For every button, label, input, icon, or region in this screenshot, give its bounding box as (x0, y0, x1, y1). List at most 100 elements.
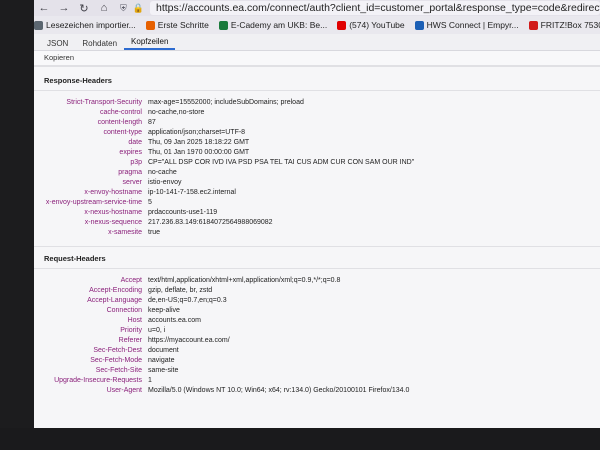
header-value: application/json;charset=UTF-8 (148, 129, 246, 136)
header-value: 87 (148, 119, 156, 126)
header-row: date Thu, 09 Jan 2025 18:18:22 GMT (34, 138, 600, 148)
bookmark-favicon-icon (218, 20, 228, 30)
back-arrow-icon[interactable]: ← (34, 2, 54, 14)
bookmark-item[interactable]: E-Cademy am UKB: Be... (218, 20, 328, 30)
header-name: Sec-Fetch-Mode (90, 357, 142, 364)
tab-rohdaten[interactable]: Rohdaten (75, 37, 124, 50)
header-value: text/html,application/xhtml+xml,applicat… (148, 277, 341, 284)
header-name: content-length (97, 119, 142, 126)
header-row: Referer https://myaccount.ea.com/ (34, 336, 600, 346)
tab-kopfzeilen[interactable]: Kopfzeilen (124, 35, 176, 50)
header-name: p3p (130, 159, 142, 166)
header-row: pragma no-cache (34, 168, 600, 178)
header-row: content-length 87 (34, 118, 600, 128)
header-row: server istio-envoy (34, 178, 600, 188)
header-name: x-envoy-hostname (84, 189, 142, 196)
header-name: Upgrade-Insecure-Requests (54, 377, 142, 384)
bookmark-item[interactable]: (574) YouTube (337, 20, 405, 30)
header-name: server (122, 179, 142, 186)
bookmark-label: E-Cademy am UKB: Be... (230, 20, 328, 30)
header-name: Sec-Fetch-Dest (93, 347, 142, 354)
browser-toolbar: ← → ↻ ⌂ ⛨ 🔒 https://accounts.ea.com/conn… (34, 0, 600, 16)
forward-arrow-icon[interactable]: → (54, 2, 74, 14)
header-name: Accept-Encoding (89, 287, 142, 294)
header-value: https://myaccount.ea.com/ (148, 337, 230, 344)
bookmark-favicon-icon (528, 20, 538, 30)
header-row: Priority u=0, i (34, 326, 600, 336)
lock-icon[interactable]: 🔒 (133, 3, 144, 14)
header-row: Strict-Transport-Security max-age=1555200… (34, 98, 600, 108)
header-row: Accept-Language de,en-US;q=0.7,en;q=0.3 (34, 296, 600, 306)
header-value: istio-envoy (148, 179, 182, 186)
header-name: Accept (120, 277, 142, 284)
header-value: de,en-US;q=0.7,en;q=0.3 (148, 297, 227, 304)
bookmark-favicon-icon (414, 20, 424, 30)
header-row: x-nexus-hostname prdaccounts-use1-119 (34, 208, 600, 218)
header-value: no-cache (148, 169, 177, 176)
header-name: Strict-Transport-Security (66, 99, 142, 106)
bookmark-label: Lesezeichen importier... (46, 20, 136, 30)
request-headers-title[interactable]: Request-Headers (34, 254, 106, 263)
header-value: document (148, 347, 179, 354)
header-row: content-type application/json;charset=UTF… (34, 128, 600, 138)
header-row: p3p CP="ALL DSP COR IVD IVA PSD PSA TEL T… (34, 158, 600, 168)
header-row: Sec-Fetch-Site same-site (34, 366, 600, 376)
viewer-tabs: JSON Rohdaten Kopfzeilen (34, 34, 600, 51)
header-value: 1 (148, 377, 152, 384)
header-row: Accept text/html,application/xhtml+xml,ap… (34, 276, 600, 286)
copy-toolbar: Kopieren (34, 51, 600, 66)
bookmark-item[interactable]: Lesezeichen importier... (34, 20, 136, 30)
tab-json[interactable]: JSON (40, 37, 75, 50)
header-name: Priority (120, 327, 142, 334)
bookmark-label: (574) YouTube (349, 20, 405, 30)
shield-icon[interactable]: ⛨ (120, 3, 127, 14)
header-value: accounts.ea.com (148, 317, 201, 324)
header-row: Sec-Fetch-Mode navigate (34, 356, 600, 366)
url-bar[interactable]: https://accounts.ea.com/connect/auth?cli… (149, 1, 600, 15)
header-value: ip-10-141-7-158.ec2.internal (148, 189, 236, 196)
header-name: content-type (103, 129, 142, 136)
bookmark-label: Erste Schritte (157, 20, 209, 30)
header-name: Host (127, 317, 142, 324)
header-name: x-nexus-sequence (84, 219, 142, 226)
header-row: x-samesite true (34, 228, 600, 238)
bookmark-item[interactable]: FRITZ!Box 7530 AX (528, 20, 600, 30)
header-row: Connection keep-alive (34, 306, 600, 316)
header-name: x-envoy-upstream-service-time (45, 199, 142, 206)
reload-icon[interactable]: ↻ (74, 2, 94, 15)
header-value: gzip, deflate, br, zstd (148, 287, 213, 294)
header-name: x-samesite (108, 229, 142, 236)
header-name: date (128, 139, 142, 146)
header-value: same-site (148, 367, 179, 374)
bookmark-favicon-icon (34, 20, 43, 30)
home-icon[interactable]: ⌂ (94, 2, 114, 14)
header-name: pragma (118, 169, 142, 176)
header-name: Referer (118, 337, 142, 344)
json-viewer: JSON Rohdaten Kopfzeilen Kopieren Response… (34, 34, 600, 428)
header-row: expires Thu, 01 Jan 1970 00:00:00 GMT (34, 148, 600, 158)
header-value: navigate (148, 357, 175, 364)
header-value: max-age=15552000; includeSubDomains; pre… (148, 99, 304, 106)
bookmark-favicon-icon (337, 20, 347, 30)
header-name: Connection (106, 307, 142, 314)
header-name: expires (119, 149, 142, 156)
header-value: prdaccounts-use1-119 (148, 209, 218, 216)
bookmarks-toolbar: Lesezeichen importier... Erste Schritte E-… (34, 16, 600, 35)
header-value: keep-alive (148, 307, 180, 314)
header-row: x-nexus-sequence 217.236.83.149:618407256… (34, 218, 600, 228)
header-name: Accept-Language (87, 297, 142, 304)
header-name: x-nexus-hostname (84, 209, 142, 216)
header-value: u=0, i (148, 327, 166, 334)
bookmark-item[interactable]: HWS Connect | Empyr... (414, 20, 519, 30)
bookmark-label: HWS Connect | Empyr... (426, 20, 519, 30)
header-row: x-envoy-hostname ip-10-141-7-158.ec2.inte… (34, 188, 600, 198)
bookmark-label: FRITZ!Box 7530 AX (540, 20, 600, 30)
bookmark-item[interactable]: Erste Schritte (145, 20, 209, 30)
response-headers-title[interactable]: Response-Headers (34, 76, 112, 85)
header-row: Sec-Fetch-Dest document (34, 346, 600, 356)
header-row: x-envoy-upstream-service-time 5 (34, 198, 600, 208)
screen-bezel-bottom (0, 428, 600, 450)
header-value: no-cache,no-store (148, 109, 205, 116)
header-row: User-Agent Mozilla/5.0 (Windows NT 10.0; … (34, 386, 600, 396)
copy-button[interactable]: Kopieren (44, 53, 74, 62)
